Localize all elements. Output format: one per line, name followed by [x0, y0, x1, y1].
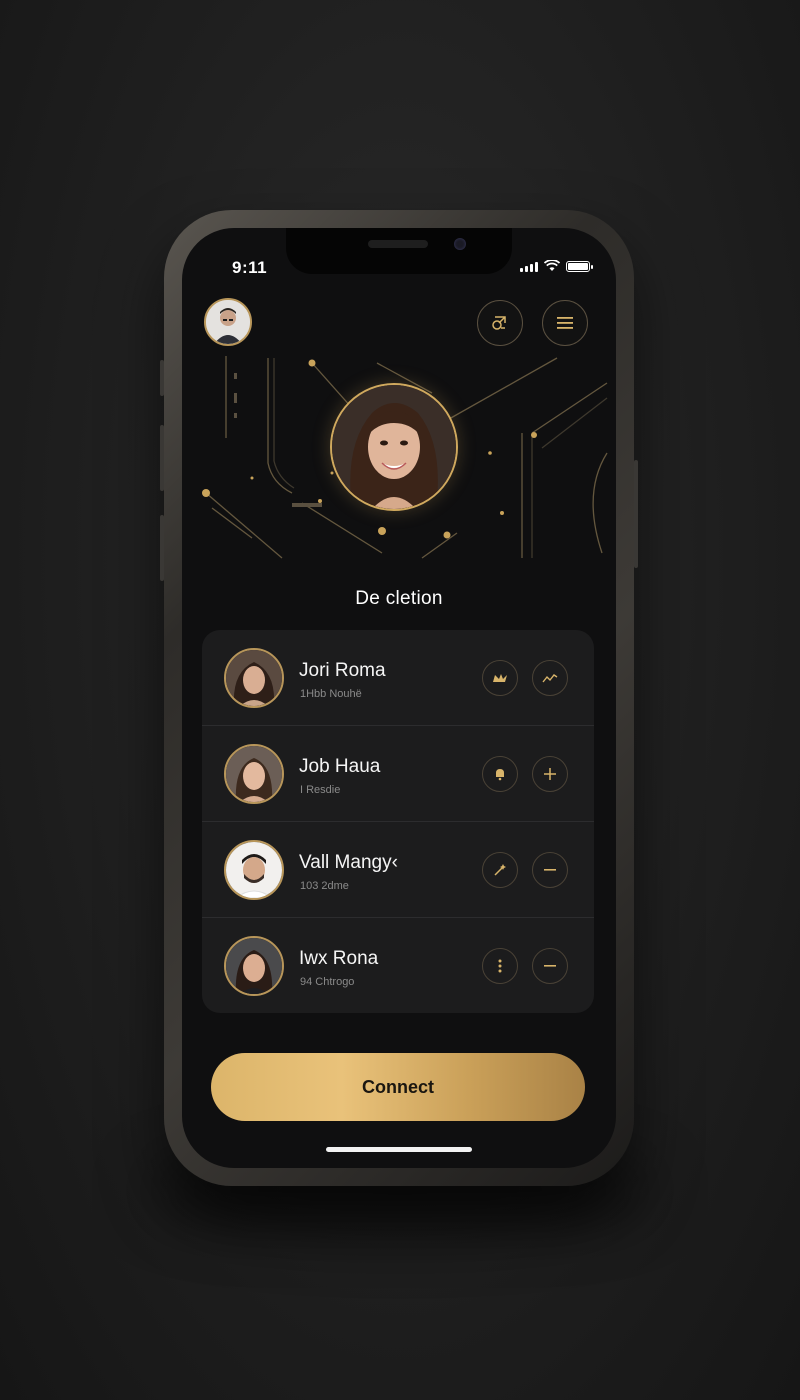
contact-avatar	[224, 936, 284, 996]
volume-up-button	[160, 425, 164, 491]
contact-name: Vall Mangy‹	[299, 852, 398, 873]
contact-subtitle: 1Hbb Nouhë	[300, 688, 362, 700]
plus-icon	[544, 768, 556, 780]
contact-subtitle: I Resdie	[300, 784, 341, 796]
contact-name: Jori Roma	[299, 660, 386, 681]
minus-icon	[544, 965, 556, 967]
section-title: De cletion	[355, 588, 443, 609]
crown-icon	[493, 674, 507, 682]
connect-button[interactable]: Connect	[211, 1053, 585, 1121]
contact-name: Job Haua	[299, 756, 381, 777]
contact-action-primary[interactable]	[482, 852, 518, 888]
profile-avatar[interactable]	[204, 298, 252, 346]
more-icon	[498, 959, 502, 973]
battery-icon	[566, 261, 593, 272]
status-time: 9:11	[232, 258, 268, 277]
person-avatar-icon	[206, 300, 250, 344]
power-button	[634, 460, 638, 568]
contact-name: Iwx Rona	[299, 948, 379, 969]
contact-avatar	[224, 840, 284, 900]
menu-icon	[557, 317, 573, 329]
featured-profile-portrait[interactable]	[330, 383, 458, 511]
contact-action-secondary[interactable]	[532, 756, 568, 792]
wand-icon	[494, 864, 506, 876]
menu-button[interactable]	[542, 300, 588, 346]
list-item[interactable]: Vall Mangy‹ 103 2dme	[202, 822, 594, 918]
contact-action-secondary[interactable]	[532, 660, 568, 696]
trend-icon	[542, 674, 558, 683]
speaker	[368, 240, 428, 248]
contact-action-primary[interactable]	[482, 948, 518, 984]
phone-frame: 9:11 De cletion Jori Roma 1Hbb Nouhë Job…	[160, 210, 638, 1186]
volume-down-button	[160, 515, 164, 581]
list-item[interactable]: Jori Roma 1Hbb Nouhë	[202, 630, 594, 726]
hero-section	[182, 353, 616, 583]
contacts-list: Jori Roma 1Hbb Nouhë Job Haua I Resdie V…	[202, 630, 594, 1013]
battery-fill	[568, 263, 588, 270]
bell-icon	[496, 769, 504, 781]
camera-icon	[454, 238, 466, 250]
status-icons	[520, 260, 593, 272]
contact-action-primary[interactable]	[482, 756, 518, 792]
wifi-icon	[544, 260, 560, 271]
list-item[interactable]: Iwx Rona 94 Chtrogo	[202, 918, 594, 1013]
contact-action-secondary[interactable]	[532, 852, 568, 888]
contact-subtitle: 94 Chtrogo	[300, 976, 355, 988]
contact-avatar	[224, 744, 284, 804]
contact-action-secondary[interactable]	[532, 948, 568, 984]
contact-action-primary[interactable]	[482, 660, 518, 696]
contact-avatar	[224, 648, 284, 708]
silent-switch	[160, 360, 164, 396]
notch	[286, 228, 512, 274]
signal-icon	[520, 262, 538, 272]
minus-icon	[544, 869, 556, 871]
share-button[interactable]	[477, 300, 523, 346]
screen: 9:11 De cletion Jori Roma 1Hbb Nouhë Job…	[182, 228, 616, 1168]
share-icon	[492, 316, 506, 330]
list-item[interactable]: Job Haua I Resdie	[202, 726, 594, 822]
contact-subtitle: 103 2dme	[300, 880, 349, 892]
home-indicator[interactable]	[326, 1147, 472, 1152]
woman-portrait-icon	[332, 385, 456, 509]
